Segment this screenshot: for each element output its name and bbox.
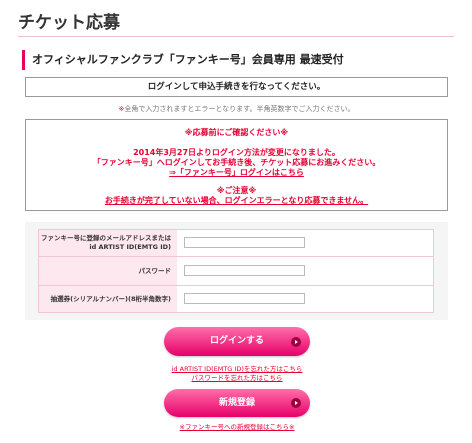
note-text: 全角で入力されますとエラーとなります。半角英数字でご入力ください。 xyxy=(124,105,355,113)
section-header: オフィシャルファンクラブ「ファンキー号」会員専用 最速受付 xyxy=(22,50,450,70)
new-registration-link[interactable]: ※ファンキー号への新規登録はこちら※ xyxy=(150,421,324,431)
register-button-label: 新規登録 xyxy=(218,398,255,408)
page-title: チケット応募 xyxy=(18,13,120,33)
notice-line-1: 2014年3月27日よりログイン方法が変更になりました。 xyxy=(133,148,340,157)
caution-text: お手続きが完了していない場合、ログインエラーとなり応募できません。 xyxy=(104,196,369,205)
login-button-label: ログインする xyxy=(209,336,264,346)
login-message: ログインして申込手続きを行なってください。 xyxy=(147,82,326,92)
title-divider xyxy=(18,36,454,37)
email-label: ファンキー号に登録のメールアドレスまたは id ARTIST ID(EMTG I… xyxy=(39,230,177,256)
arrow-right-icon xyxy=(291,336,301,347)
notice-line-2: 「ファンキー号」へログインしてお手続き後、チケット応募にお進みください。 xyxy=(92,158,381,167)
password-label-text: パスワード xyxy=(138,266,172,275)
section-heading: オフィシャルファンクラブ「ファンキー号」会員専用 最速受付 xyxy=(32,53,344,66)
email-label-line-1: ファンキー号に登録のメールアドレスまたは xyxy=(41,234,171,242)
notice-heading: ※応募前にご確認ください※ xyxy=(184,128,289,137)
login-button[interactable]: ログインする xyxy=(164,327,310,356)
input-width-note: ※全角で入力されますとエラーとなります。半角英数字でご入力ください。 xyxy=(25,104,448,114)
login-message-box: ログインして申込手続きを行なってください。 xyxy=(25,77,448,97)
password-field[interactable] xyxy=(184,265,305,276)
email-label-line-2: id ARTIST ID(EMTG ID) xyxy=(89,243,171,251)
forgot-password-link[interactable]: パスワードを忘れた方はこちら xyxy=(150,372,324,382)
email-field[interactable] xyxy=(184,237,305,248)
login-form: ファンキー号に登録のメールアドレスまたは id ARTIST ID(EMTG I… xyxy=(38,229,434,313)
serial-number-field[interactable] xyxy=(184,293,305,304)
register-button[interactable]: 新規登録 xyxy=(164,389,310,417)
notice-box: ※応募前にご確認ください※ 2014年3月27日よりログイン方法が変更になりまし… xyxy=(25,119,448,211)
caution-heading: ※ご注意※ xyxy=(216,186,257,195)
arrow-right-icon xyxy=(291,398,301,408)
password-label: パスワード xyxy=(39,257,177,285)
fanclub-login-link[interactable]: ⇒「ファンキー号」ログインはこちら xyxy=(26,168,447,178)
serial-label: 抽選券(シリアルナンバー)(8桁半角数字) xyxy=(39,286,177,312)
serial-label-text: 抽選券(シリアルナンバー)(8桁半角数字) xyxy=(50,294,171,303)
